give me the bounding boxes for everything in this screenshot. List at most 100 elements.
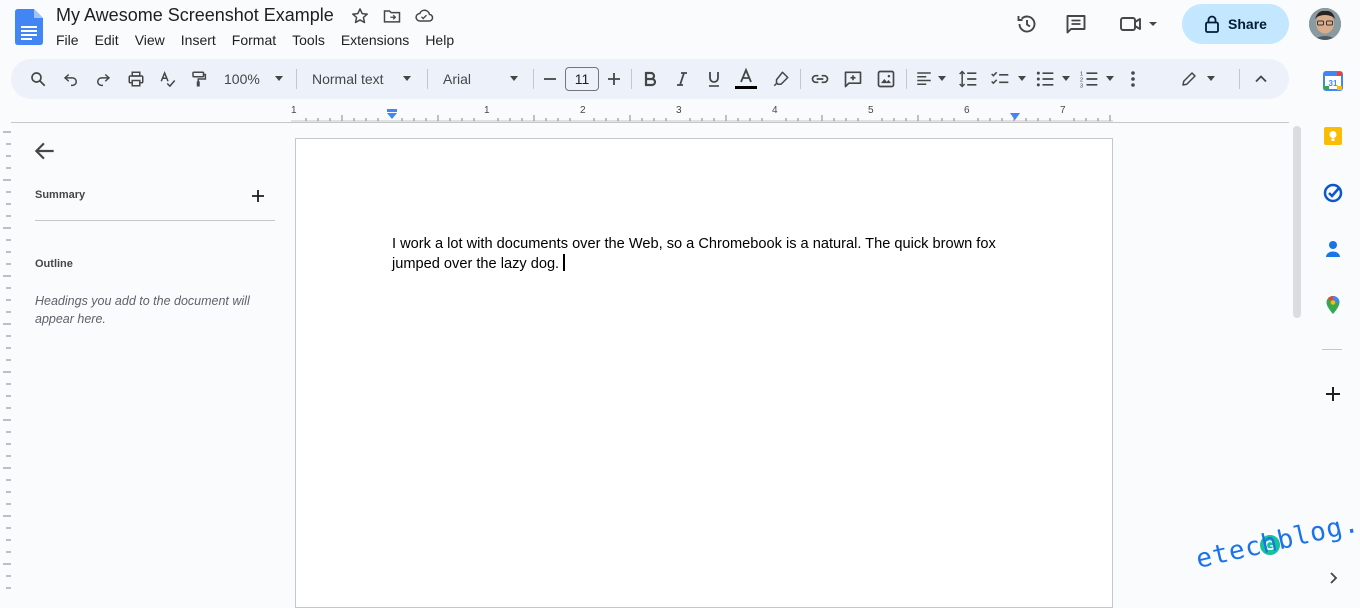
toolbar: 100% Normal text Arial 11 1 2 3 — [11, 59, 1289, 99]
underline-icon[interactable] — [702, 67, 726, 91]
style-select[interactable]: Normal text — [312, 70, 384, 88]
menu-help[interactable]: Help — [417, 30, 462, 50]
watermark: etechblog.cz — [1193, 500, 1360, 575]
print-icon[interactable] — [124, 67, 148, 91]
font-select[interactable]: Arial — [443, 70, 471, 88]
menu-edit[interactable]: Edit — [87, 30, 127, 50]
maps-icon[interactable] — [1320, 292, 1346, 318]
share-label: Share — [1228, 16, 1267, 32]
menu-bar: File Edit View Insert Format Tools Exten… — [48, 30, 462, 50]
ruler-label: 4 — [772, 105, 778, 116]
summary-heading: Summary — [35, 189, 86, 201]
contacts-icon[interactable] — [1320, 236, 1346, 262]
meet-icon[interactable] — [1115, 8, 1163, 40]
bulleted-list-icon[interactable] — [1033, 67, 1057, 91]
toolbar-divider — [631, 69, 632, 89]
chevron-down-icon[interactable] — [510, 76, 518, 81]
vertical-ruler — [0, 122, 11, 598]
calendar-icon[interactable]: 31 — [1320, 68, 1346, 94]
align-icon[interactable] — [912, 67, 936, 91]
document-page[interactable]: I work a lot with documents over the Web… — [295, 138, 1113, 608]
menu-insert[interactable]: Insert — [173, 30, 224, 50]
right-indent-marker[interactable] — [1009, 113, 1021, 121]
collapse-icon[interactable] — [1249, 67, 1273, 91]
toolbar-divider — [427, 69, 428, 89]
outline-hint: Headings you add to the document will ap… — [35, 294, 250, 326]
toolbar-divider — [800, 69, 801, 89]
editing-mode-icon[interactable] — [1177, 67, 1201, 91]
ruler-label: 1 — [484, 105, 490, 116]
image-icon[interactable] — [874, 67, 898, 91]
content-top-border — [11, 122, 1289, 123]
chevron-down-icon[interactable] — [1018, 76, 1026, 81]
ruler-label: 7 — [1060, 105, 1066, 116]
increase-font-size-button[interactable] — [602, 67, 626, 91]
cloud-saved-icon[interactable] — [414, 6, 434, 26]
redo-icon[interactable] — [91, 67, 115, 91]
toolbar-divider — [296, 69, 297, 89]
move-folder-icon[interactable] — [382, 6, 402, 26]
font-size-input[interactable]: 11 — [565, 67, 599, 91]
ruler-label: 3 — [676, 105, 682, 116]
chevron-right-icon[interactable] — [1320, 565, 1346, 591]
outline-heading: Outline — [35, 258, 73, 270]
chevron-down-icon[interactable] — [938, 76, 946, 81]
line-spacing-icon[interactable] — [956, 67, 980, 91]
toolbar-divider — [533, 69, 534, 89]
decrease-font-size-button[interactable] — [538, 67, 562, 91]
zoom-select[interactable]: 100% — [224, 70, 260, 88]
tasks-icon[interactable] — [1320, 180, 1346, 206]
left-indent-marker[interactable] — [386, 109, 398, 121]
keep-icon[interactable] — [1320, 123, 1346, 149]
ruler-label: 1 — [291, 105, 297, 116]
avatar[interactable] — [1309, 8, 1341, 40]
calendar-day: 31 — [1329, 79, 1338, 88]
plus-icon[interactable] — [248, 186, 268, 206]
undo-icon[interactable] — [59, 67, 83, 91]
toolbar-divider — [906, 69, 907, 89]
document-body[interactable]: I work a lot with documents over the Web… — [392, 235, 1012, 274]
menu-extensions[interactable]: Extensions — [333, 30, 417, 50]
text-cursor — [563, 254, 566, 271]
plus-icon[interactable] — [1320, 381, 1346, 407]
text-color-icon[interactable] — [734, 67, 758, 91]
chevron-down-icon[interactable] — [275, 76, 283, 81]
lock-icon — [1204, 15, 1220, 33]
star-icon[interactable] — [350, 6, 370, 26]
more-icon[interactable] — [1121, 67, 1145, 91]
document-paragraph[interactable]: I work a lot with documents over the Web… — [392, 236, 996, 272]
share-button[interactable]: Share — [1182, 4, 1289, 44]
summary-divider — [35, 220, 275, 221]
toolbar-divider — [1239, 69, 1240, 89]
side-panel-divider — [1322, 349, 1342, 350]
add-comment-icon[interactable] — [841, 67, 865, 91]
highlight-icon[interactable] — [769, 67, 793, 91]
vertical-scrollbar[interactable] — [1293, 126, 1301, 318]
chevron-down-icon[interactable] — [1106, 76, 1114, 81]
link-icon[interactable] — [808, 67, 832, 91]
italic-icon[interactable] — [670, 67, 694, 91]
checklist-icon[interactable] — [988, 67, 1012, 91]
ruler-label: 2 — [580, 105, 586, 116]
paint-format-icon[interactable] — [187, 67, 211, 91]
menu-format[interactable]: Format — [224, 30, 284, 50]
comments-icon[interactable] — [1060, 8, 1092, 40]
horizontal-ruler[interactable]: 1 1 2 3 4 5 6 7 — [291, 102, 1113, 122]
ruler-label: 5 — [868, 105, 874, 116]
numbered-list-icon[interactable]: 123 — [1077, 67, 1101, 91]
chevron-down-icon[interactable] — [403, 76, 411, 81]
bold-icon[interactable] — [638, 67, 662, 91]
search-icon[interactable] — [26, 67, 50, 91]
history-icon[interactable] — [1011, 8, 1043, 40]
chevron-down-icon[interactable] — [1062, 76, 1070, 81]
menu-view[interactable]: View — [127, 30, 173, 50]
menu-tools[interactable]: Tools — [284, 30, 333, 50]
arrow-back-icon[interactable] — [32, 138, 58, 164]
chevron-down-icon[interactable] — [1207, 76, 1215, 81]
document-title[interactable]: My Awesome Screenshot Example — [56, 4, 334, 26]
docs-icon[interactable] — [15, 9, 43, 45]
menu-file[interactable]: File — [48, 30, 87, 50]
title-bar: My Awesome Screenshot Example File Edit … — [0, 0, 1360, 56]
svg-text:3: 3 — [1080, 83, 1083, 89]
spellcheck-icon[interactable] — [156, 67, 180, 91]
